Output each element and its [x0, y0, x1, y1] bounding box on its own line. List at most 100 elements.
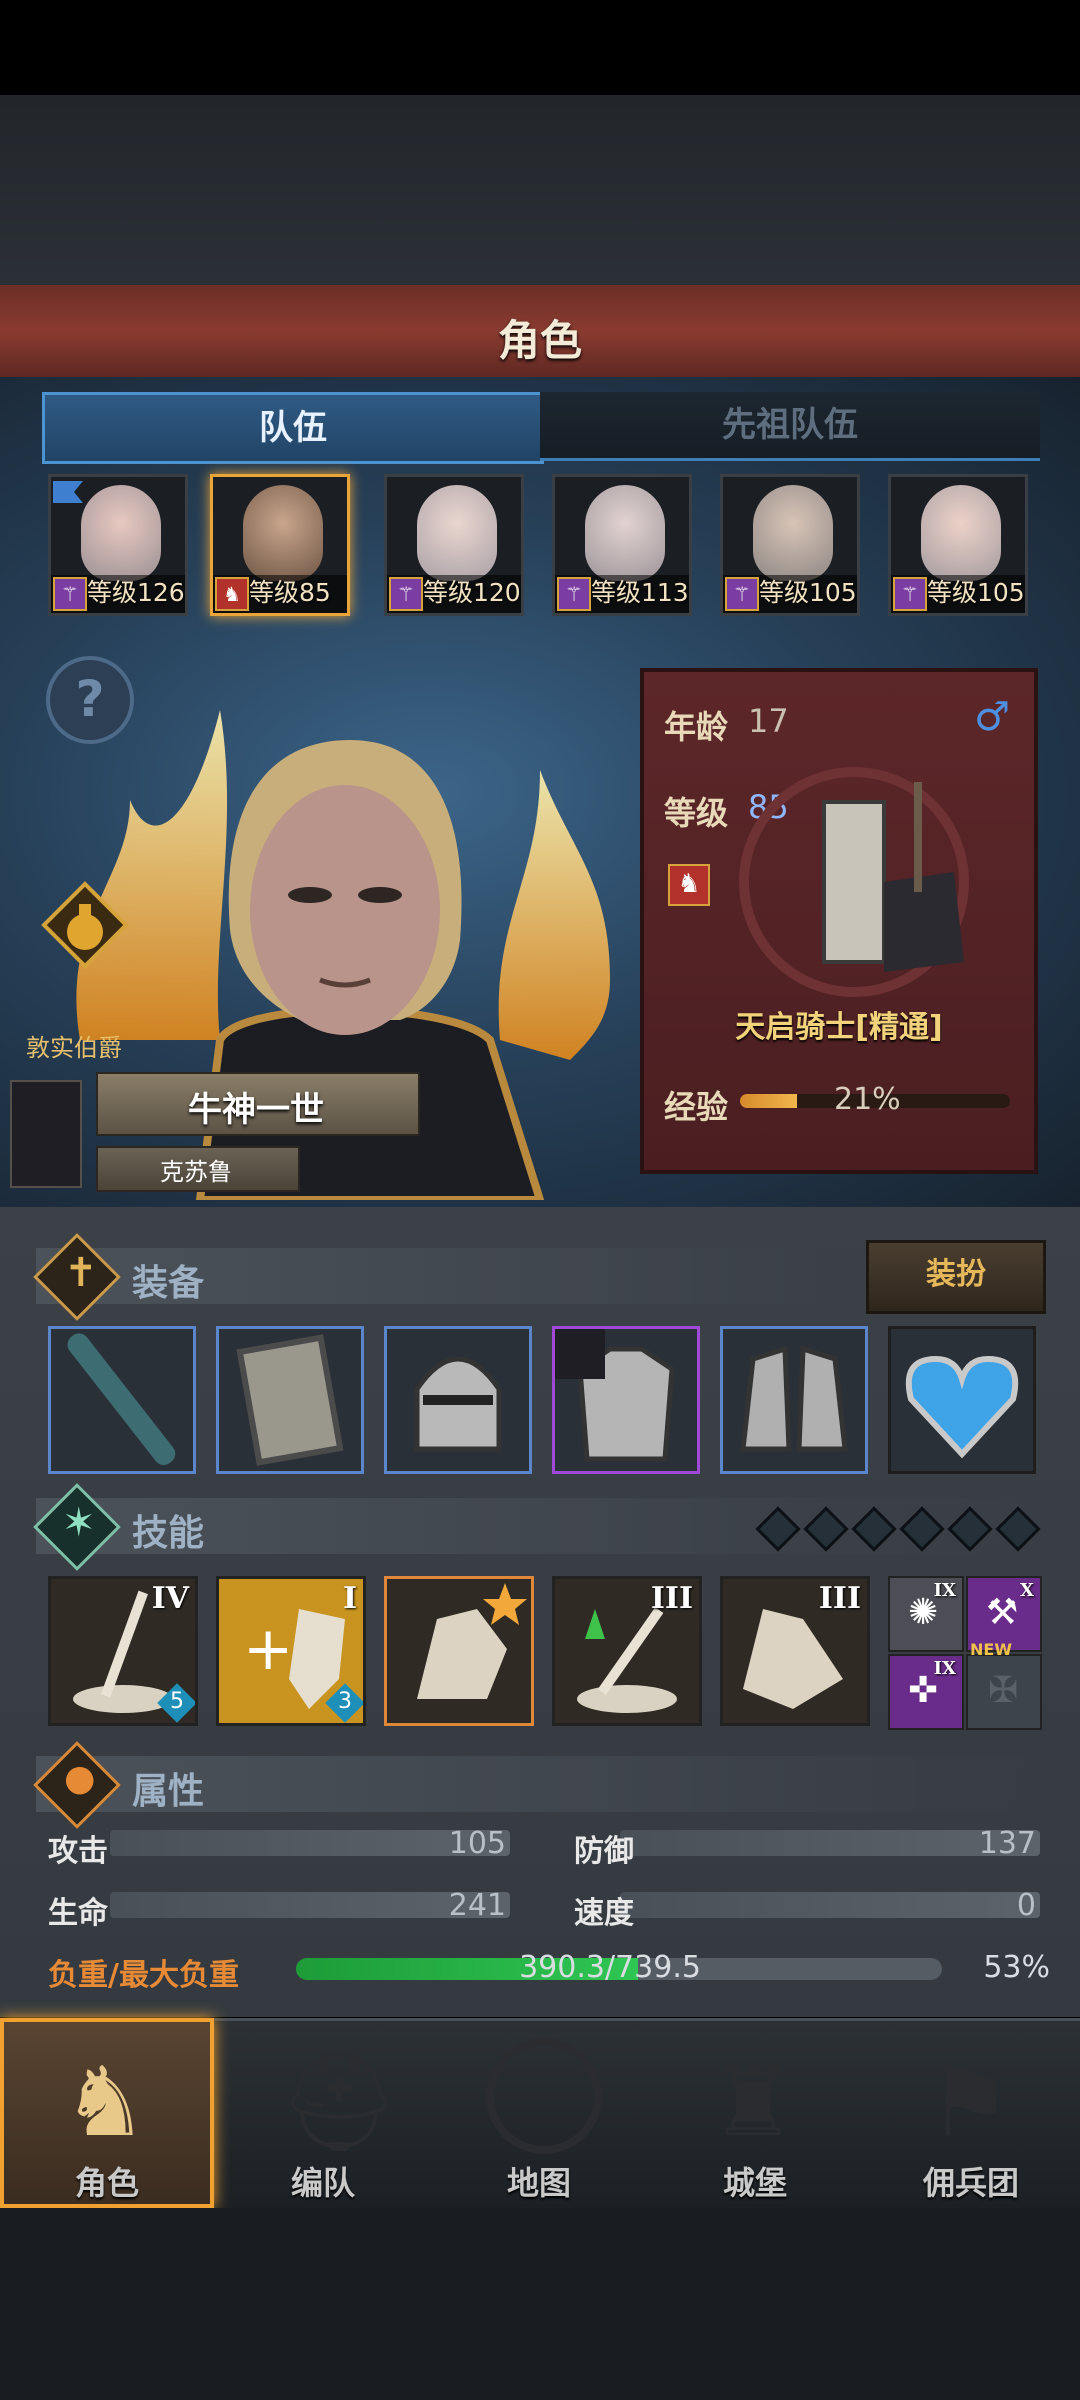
compass-icon: [486, 2038, 602, 2154]
attack-value: 105: [448, 1826, 506, 1861]
banner-icon: [10, 1080, 82, 1188]
shield-icon: [236, 1334, 344, 1466]
skill-slot-2[interactable]: + I 3: [216, 1576, 366, 1726]
roster-hero-1[interactable]: ⚚ 等级126: [48, 474, 188, 616]
castle-icon: ♜: [710, 2046, 797, 2158]
passive-skill-3[interactable]: IX ✜: [888, 1654, 964, 1730]
tab-team[interactable]: 队伍: [42, 392, 544, 464]
passive-skill-empty[interactable]: NEW ✠: [966, 1640, 1042, 1730]
heart-amulet-icon: [905, 1355, 1019, 1459]
hero-level: 等级113: [591, 578, 689, 607]
header-bar: 角色: [0, 285, 1080, 380]
weight-value: 390.3/739.5: [519, 1950, 701, 1985]
wand-icon: ⚚: [557, 577, 591, 611]
flag-icon: [53, 481, 83, 503]
roster-hero-4[interactable]: ⚚ 等级113: [552, 474, 692, 616]
horse-icon: ♞: [668, 864, 710, 906]
helmet-icon: [414, 1356, 502, 1452]
passive-skill-1[interactable]: IX ✺: [888, 1576, 964, 1652]
flag-nav-icon: ⚑: [926, 2046, 1013, 2158]
wand-icon: ⚚: [53, 577, 87, 611]
equip-slot-shield[interactable]: [216, 1326, 364, 1474]
exp-label: 经验: [664, 1088, 729, 1126]
hero-info-card: 年龄 17 ♂ 等级 85 ♞ 天启骑士[精通] 经验 21%: [640, 668, 1038, 1174]
skill-slot-1[interactable]: IV 5: [48, 1576, 198, 1726]
skill-badge-value: 5: [170, 1689, 184, 1714]
hero-title: 敦实伯爵: [26, 1034, 122, 1062]
nav-label: 角色: [74, 2164, 139, 2202]
attack-label: 攻击: [48, 1834, 108, 1869]
cross-glyph: ✝: [64, 1250, 98, 1296]
equip-slot-boots[interactable]: [720, 1326, 868, 1474]
mace-icon: ⚒: [986, 1592, 1019, 1633]
defense-value: 137: [978, 1826, 1036, 1861]
speed-label: 速度: [574, 1896, 634, 1931]
hero-portrait: [243, 485, 323, 581]
male-icon: ♂: [974, 694, 1010, 740]
hero-level: 等级85: [249, 578, 331, 607]
defense-label: 防御: [574, 1834, 634, 1869]
skill-rank: X: [1020, 1580, 1034, 1601]
age-value: 17: [748, 702, 789, 740]
nav-formation[interactable]: ⛑ 编队: [216, 2018, 430, 2208]
burst-icon: ✺: [908, 1592, 939, 1633]
roster-hero-5[interactable]: ⚚ 等级105: [720, 474, 860, 616]
hero-level: 等级105: [927, 578, 1025, 607]
bottom-background: [0, 2208, 1080, 2400]
hp-label: 生命: [48, 1896, 108, 1931]
cross-placeholder-icon: ✠: [988, 1670, 1019, 1711]
skill-rank: III: [650, 1581, 693, 1616]
horse-icon: ♞: [215, 577, 249, 611]
equip-slot-staff[interactable]: [48, 1326, 196, 1474]
dress-up-button[interactable]: 装扮: [866, 1240, 1046, 1314]
hero-portrait: [81, 485, 161, 581]
level-label: 等级: [664, 794, 729, 832]
weight-percent: 53%: [983, 1950, 1050, 1985]
nav-castle[interactable]: ♜ 城堡: [648, 2018, 862, 2208]
skill-rank: III: [818, 1581, 861, 1616]
skill-rank: I: [342, 1581, 357, 1616]
skill-slot-4[interactable]: III: [552, 1576, 702, 1726]
skill-rank: IV: [151, 1581, 189, 1616]
equip-slot-armor[interactable]: [552, 1326, 700, 1474]
nav-label: 佣兵团: [922, 2164, 1019, 2202]
roster-hero-6[interactable]: ⚚ 等级105: [888, 474, 1028, 616]
page-title: 角色: [497, 316, 582, 365]
roster-hero-3[interactable]: ⚚ 等级120: [384, 474, 524, 616]
equip-slot-helmet[interactable]: [384, 1326, 532, 1474]
staff-icon: [67, 1333, 176, 1465]
knight-icon: ♞: [62, 2046, 149, 2158]
hero-portrait: [753, 485, 833, 581]
svg-text:+: +: [243, 1614, 293, 1684]
nav-map[interactable]: 地图: [432, 2018, 646, 2208]
equip-slot-amulet[interactable]: [888, 1326, 1036, 1474]
wand-icon: ⚚: [893, 577, 927, 611]
top-background: [0, 95, 1080, 285]
exp-percent: 21%: [834, 1082, 901, 1117]
skill-slot-5[interactable]: III: [720, 1576, 870, 1726]
boots-icon: [740, 1345, 848, 1452]
shard-icon: [417, 1583, 527, 1699]
hp-value: 241: [448, 1888, 506, 1923]
equipment-title: 装备: [132, 1263, 205, 1304]
wand-icon: ⚚: [389, 577, 423, 611]
nav-label: 城堡: [722, 2164, 787, 2202]
weight-label: 负重/最大负重: [48, 1958, 239, 1993]
class-name: 天启骑士[精通]: [735, 1010, 943, 1045]
guild-name: 克苏鲁: [160, 1158, 232, 1186]
status-bar: [0, 0, 1080, 95]
tab-ancestor-team[interactable]: 先祖队伍: [540, 392, 1040, 461]
nav-character[interactable]: ♞ 角色: [0, 2018, 214, 2208]
hero-portrait: [585, 485, 665, 581]
nav-mercenary[interactable]: ⚑ 佣兵团: [864, 2018, 1078, 2208]
hero-portrait: [417, 485, 497, 581]
star-glyph: ✶: [62, 1500, 96, 1546]
knight-unit-image: [739, 767, 969, 997]
potion-icon[interactable]: [40, 880, 130, 970]
speed-value: 0: [1016, 1888, 1036, 1923]
skill-slot-3[interactable]: [384, 1576, 534, 1726]
attributes-title: 属性: [132, 1771, 205, 1812]
hero-name[interactable]: 牛神一世: [96, 1082, 416, 1131]
skill-badge-value: 3: [338, 1689, 352, 1714]
roster-hero-2[interactable]: ♞ 等级85: [210, 474, 350, 616]
